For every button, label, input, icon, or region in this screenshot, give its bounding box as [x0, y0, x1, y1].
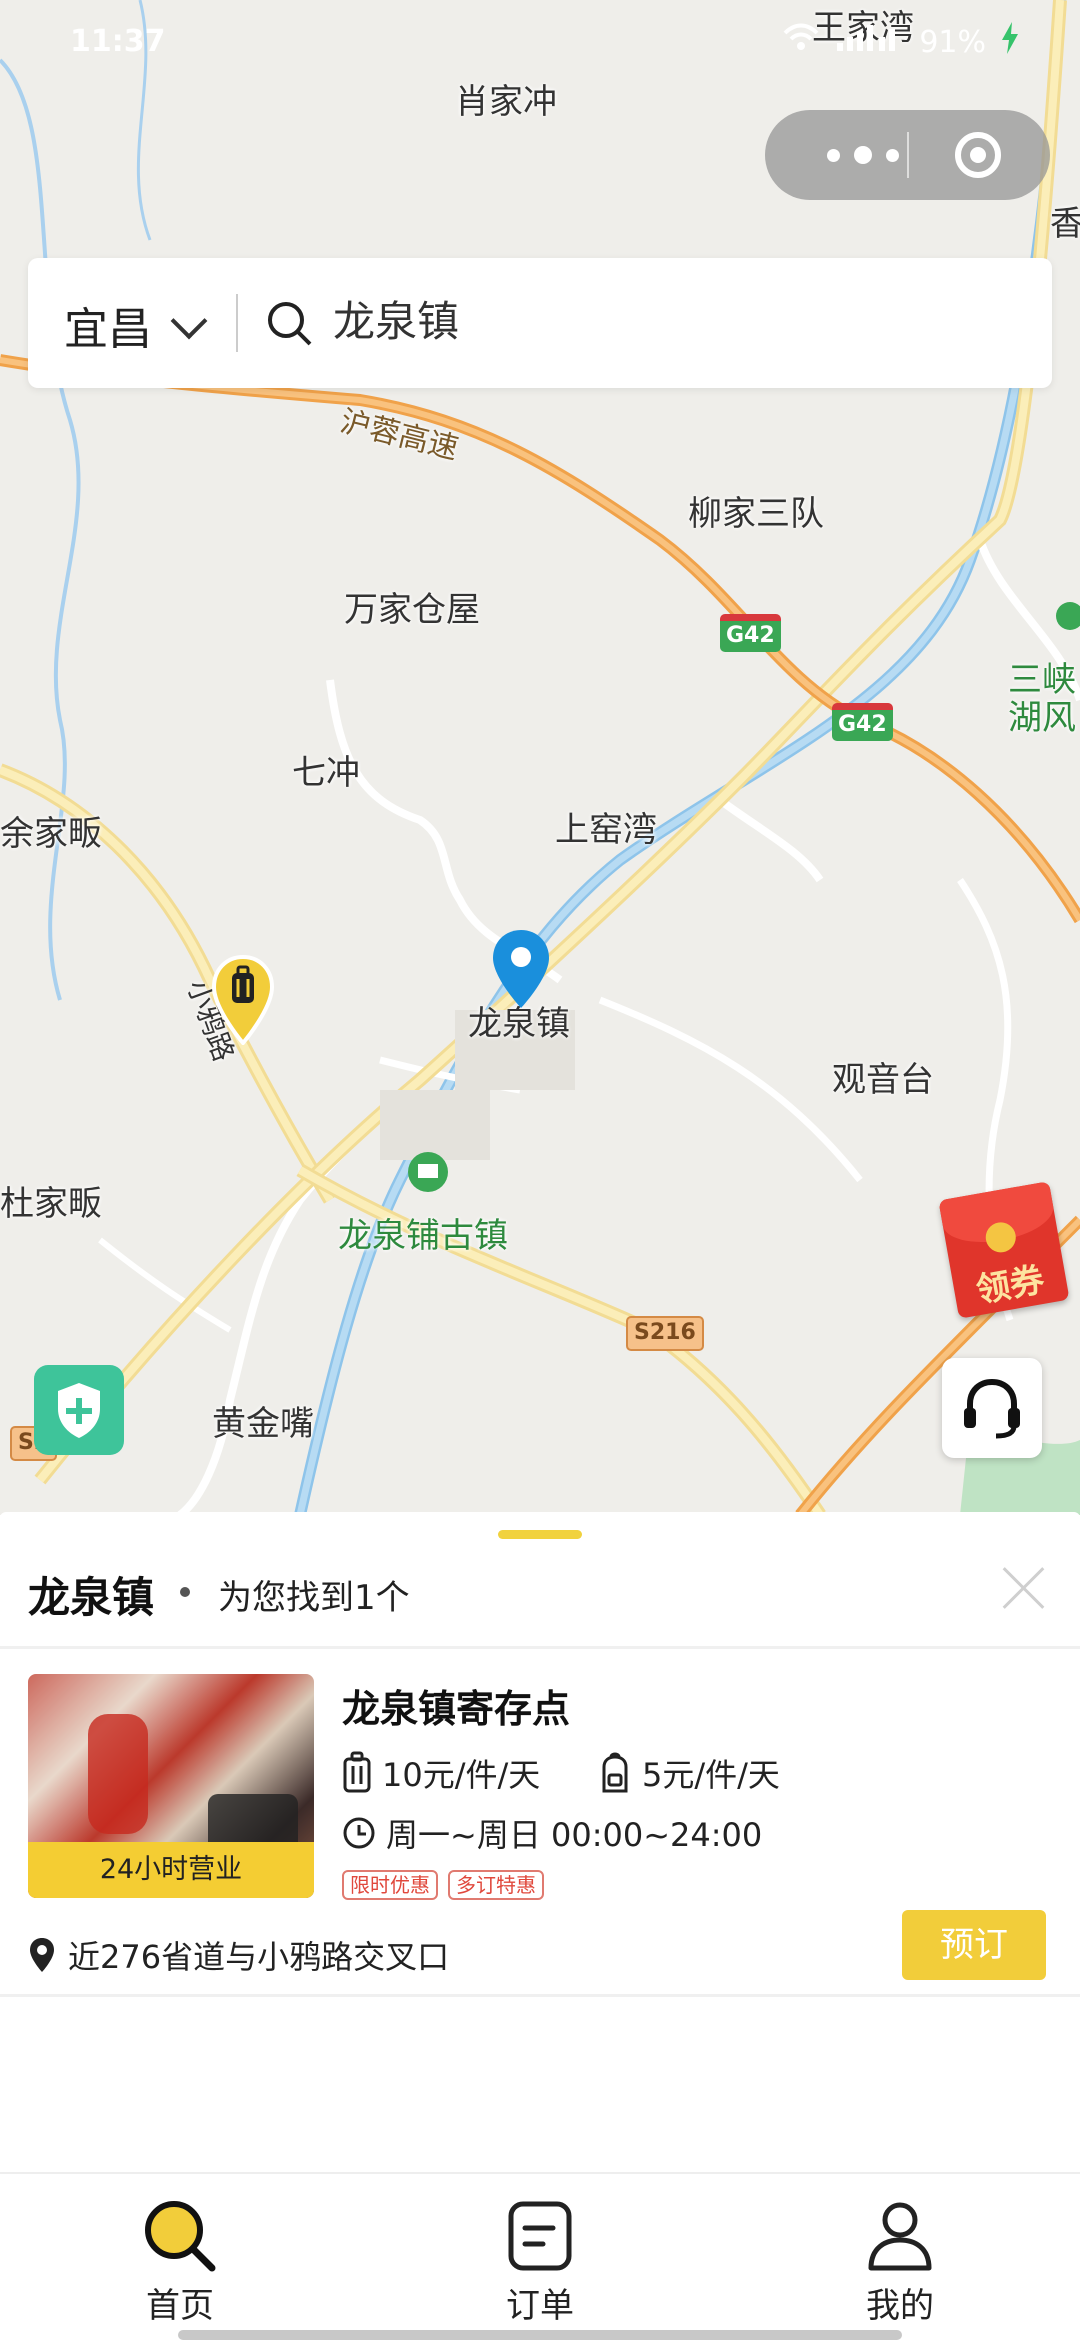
price-large-text: 10元/件/天: [382, 1756, 541, 1794]
address-text: 近276省道与小鸦路交叉口: [68, 1938, 450, 1976]
more-button[interactable]: [803, 138, 923, 172]
battery-level: 91%: [919, 24, 986, 60]
result-count-text: 为您找到1个: [218, 1578, 410, 1618]
bottom-tab-bar: 首页 订单 我的: [0, 2172, 1080, 2342]
customer-service-button[interactable]: [942, 1358, 1042, 1458]
home-search-icon: [145, 2201, 216, 2272]
tab-me[interactable]: 我的: [800, 2196, 1000, 2327]
store-card[interactable]: 24小时营业 龙泉镇寄存点 10元/件/天 5元/件/天 周一~周日 00:00…: [0, 1652, 1080, 1992]
road-shield: S216: [626, 1316, 704, 1351]
tab-label: 我的: [866, 2286, 934, 2326]
tab-label: 首页: [146, 2286, 214, 2326]
divider: [0, 1646, 1080, 1649]
place-label: 黄金嘴: [212, 1404, 314, 1444]
place-label: 柳家三队: [688, 494, 824, 534]
opening-hours: 周一~周日 00:00~24:00: [342, 1810, 762, 1856]
search-icon: [266, 300, 314, 352]
place-label: 杜家畈: [0, 1184, 102, 1224]
store-name: 龙泉镇寄存点: [342, 1687, 571, 1731]
miniprogram-capsule: [765, 110, 1050, 200]
price-large-luggage: 10元/件/天: [342, 1750, 540, 1796]
place-label: 香: [1050, 204, 1080, 244]
place-label: 万家仓屋: [344, 590, 480, 630]
highway-shield: G42: [832, 703, 893, 741]
city-selector[interactable]: 宜昌: [64, 293, 152, 357]
place-label: 湖风: [1008, 698, 1076, 738]
place-label: 龙泉铺古镇: [338, 1216, 508, 1256]
coupon-button[interactable]: 领券: [938, 1181, 1070, 1319]
map-view[interactable]: 王家湾 肖家冲 香 沪蓉高速 柳家三队 万家仓屋 三峡 湖风 七冲 上窑湾 余家…: [0, 0, 1080, 1515]
divider: [0, 1994, 1080, 1997]
clock-icon: [343, 1817, 375, 1849]
book-button[interactable]: 预订: [902, 1910, 1046, 1980]
results-sheet: 龙泉镇 为您找到1个 24小时营业 龙泉镇寄存点 10元/件/天 5元/件/天 …: [0, 1512, 1080, 2172]
shield-plus-icon: [58, 1383, 100, 1438]
place-label: 七冲: [292, 753, 360, 793]
hours-text: 周一~周日 00:00~24:00: [386, 1816, 763, 1854]
place-label: 上窑湾: [555, 810, 657, 850]
location-marker-icon: [30, 1938, 54, 1972]
status-bar: 11:37 91%: [0, 0, 1080, 84]
headset-icon: [964, 1378, 1020, 1439]
wifi-icon: [781, 23, 821, 61]
search-bar: 宜昌: [28, 258, 1052, 388]
user-icon: [868, 2202, 932, 2271]
promo-tag: 多订特惠: [448, 1870, 544, 1900]
status-icons: 91%: [781, 22, 1020, 62]
promo-tag: 限时优惠: [342, 1870, 438, 1900]
map-roads: [0, 0, 1080, 1515]
charging-icon: [1000, 22, 1020, 62]
sheet-drag-handle[interactable]: [498, 1530, 582, 1539]
search-divider: [236, 294, 238, 352]
result-location: 龙泉镇: [28, 1573, 155, 1622]
place-label: 余家畈: [0, 814, 102, 854]
search-input[interactable]: [333, 294, 933, 343]
open-24h-badge: 24小时营业: [28, 1842, 314, 1898]
price-small-luggage: 5元/件/天: [598, 1750, 780, 1796]
signal-icon: [835, 23, 905, 61]
place-label: 观音台: [832, 1060, 934, 1100]
status-time: 11:37: [70, 24, 166, 59]
store-address: 近276省道与小鸦路交叉口: [28, 1932, 449, 1978]
safety-shield-button[interactable]: [34, 1365, 124, 1455]
tab-home[interactable]: 首页: [80, 2196, 280, 2327]
promo-tags: 限时优惠 多订特惠: [342, 1870, 544, 1900]
order-list-icon: [508, 2201, 572, 2271]
separator-dot: [180, 1587, 190, 1597]
luggage-store-marker[interactable]: [210, 954, 276, 1049]
store-photo: 24小时营业: [28, 1674, 314, 1898]
close-icon[interactable]: [1000, 1560, 1048, 1608]
price-small-text: 5元/件/天: [642, 1756, 780, 1794]
backpack-icon: [602, 1752, 628, 1793]
tab-orders[interactable]: 订单: [440, 2196, 640, 2327]
chevron-down-icon[interactable]: [170, 302, 208, 340]
suitcase-icon: [343, 1751, 371, 1793]
capsule-divider: [907, 132, 909, 178]
tab-label: 订单: [506, 2286, 574, 2326]
close-miniprogram-button[interactable]: [955, 132, 1001, 178]
home-indicator: [178, 2330, 902, 2340]
highway-shield: G42: [720, 614, 781, 652]
location-pin-icon[interactable]: [490, 928, 552, 1014]
